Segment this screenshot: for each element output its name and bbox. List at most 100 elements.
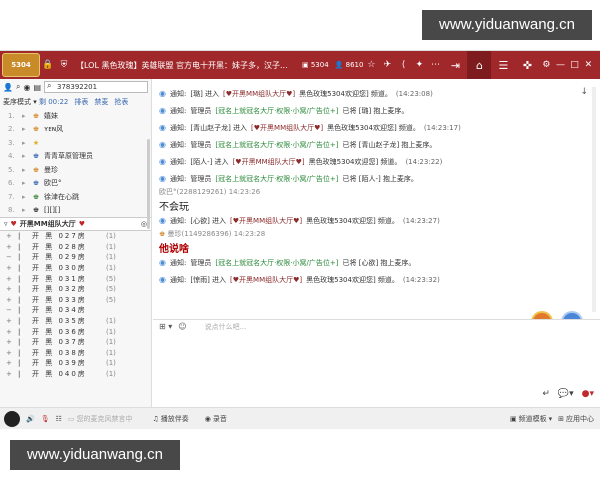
room-bar-icon: | bbox=[18, 338, 21, 347]
room-item[interactable]: + | 开 黑 031房 (5) bbox=[0, 273, 151, 284]
star-badge-icon: ★ bbox=[32, 138, 40, 147]
chat-bubble-icon[interactable]: 💬▾ bbox=[558, 389, 574, 399]
play-accompaniment-button[interactable]: ♫ 播放伴奏 bbox=[153, 414, 189, 424]
lock-icon[interactable]: 🔒 bbox=[40, 60, 56, 70]
speaker-icon[interactable]: 🔊 bbox=[26, 415, 35, 423]
room-count: (1) bbox=[106, 242, 116, 251]
chat-area: ◉ 通知: [璐] 进入 [♥开黑MM组队大厅♥] 黑色玫瑰5304欢迎您] 频道。 (1… bbox=[153, 79, 600, 319]
heart-icon: ♥ bbox=[10, 220, 17, 228]
expand-icon[interactable]: − bbox=[6, 306, 14, 314]
link-paibiao[interactable]: 排表 bbox=[74, 97, 88, 107]
expand-icon[interactable]: + bbox=[6, 296, 14, 304]
link-qiangbiao[interactable]: 抢表 bbox=[114, 97, 128, 107]
expand-icon[interactable]: + bbox=[6, 232, 14, 240]
chevron-right-icon: ▸ bbox=[22, 138, 26, 147]
list-icon[interactable]: ☰ bbox=[491, 51, 515, 79]
chevron-right-icon: ▸ bbox=[22, 206, 26, 215]
room-item[interactable]: + | 开 黑 037房 (1) bbox=[0, 337, 151, 348]
avatar[interactable] bbox=[4, 410, 20, 427]
rank-item[interactable]: 8. ▸ ♚ [][][] bbox=[0, 204, 151, 218]
settings-gear-icon[interactable] bbox=[561, 311, 583, 319]
folder-icon[interactable]: ▤ bbox=[33, 83, 41, 92]
rank-item[interactable]: 3. ▸ ★ bbox=[0, 136, 151, 150]
record-icon: ◉ bbox=[204, 414, 211, 423]
rank-item[interactable]: 2. ▸ ♚ ʏᴇɴ风 bbox=[0, 123, 151, 137]
app-center-button[interactable]: ⊞ 应用中心 bbox=[558, 414, 600, 424]
expand-icon[interactable]: + bbox=[6, 264, 14, 272]
expand-icon[interactable]: + bbox=[6, 328, 14, 336]
room-item[interactable]: + | 开 黑 033房 (5) bbox=[0, 295, 151, 306]
home-icon[interactable]: ⌂ bbox=[467, 51, 492, 79]
expand-icon[interactable]: + bbox=[6, 349, 14, 357]
emoji-icon[interactable]: ☺ bbox=[178, 322, 186, 331]
gift-icon[interactable]: ✦ bbox=[411, 60, 427, 70]
rank-item[interactable]: 4. ▸ ♚ 青青草原管理员 bbox=[0, 150, 151, 164]
room-item[interactable]: − | 开 黑 034房 bbox=[0, 305, 151, 316]
gamepad-small-icon[interactable]: ⊞ ▾ bbox=[159, 322, 172, 331]
room-item[interactable]: + | 开 黑 038房 (1) bbox=[0, 348, 151, 359]
rank-item[interactable]: 1. ▸ ♚ 嬉妹 bbox=[0, 109, 151, 123]
exit-icon[interactable]: ⇥ bbox=[443, 51, 467, 79]
chat-notice: ◉ 通知: [璐] 进入 [♥开黑MM组队大厅♥] 黑色玫瑰5304欢迎您] 频道。 (1… bbox=[153, 85, 600, 102]
room-item[interactable]: + | 开 黑 035房 (1) bbox=[0, 316, 151, 327]
room-count: (1) bbox=[106, 348, 116, 357]
notice-time: (14:23:32) bbox=[402, 275, 440, 284]
minimize-icon[interactable]: — bbox=[553, 60, 567, 70]
more-icon[interactable]: ⋯ bbox=[427, 60, 443, 70]
mic-record-icon[interactable]: ●▾ bbox=[582, 389, 594, 399]
chat-input[interactable] bbox=[153, 333, 600, 389]
notice-icon: ◉ bbox=[159, 258, 166, 267]
template-label: 频道模板 bbox=[518, 414, 547, 423]
notice-user: 管理员 bbox=[190, 106, 212, 115]
rank-num: 8. bbox=[8, 206, 15, 215]
search-input[interactable]: ⌕ 378392201 bbox=[44, 81, 148, 93]
room-item[interactable]: + | 开 黑 039房 (1) bbox=[0, 358, 151, 369]
enter-icon[interactable]: ↵ bbox=[542, 389, 550, 399]
shield-icon[interactable]: ⛨ bbox=[56, 60, 72, 70]
rank-item[interactable]: 6. ▸ ♚ 欧巴° bbox=[0, 177, 151, 191]
notice-icon: ◉ bbox=[159, 275, 166, 284]
room-item[interactable]: + | 开 黑 032房 (5) bbox=[0, 284, 151, 295]
rank-item[interactable]: 5. ▸ ♚ 曼珍 bbox=[0, 163, 151, 177]
heart-icon: ♥ bbox=[78, 220, 86, 228]
expand-icon[interactable]: + bbox=[6, 275, 14, 283]
room-item[interactable]: + | 开 黑 040房 (1) bbox=[0, 369, 151, 380]
share-icon[interactable]: ⟨ bbox=[395, 60, 411, 70]
expand-icon[interactable]: + bbox=[6, 285, 14, 293]
room-item[interactable]: − | 开 黑 029房 (1) bbox=[0, 252, 151, 263]
expand-icon[interactable]: + bbox=[6, 359, 14, 367]
expand-icon[interactable]: + bbox=[6, 317, 14, 325]
settings-icon[interactable]: ⚙ bbox=[539, 60, 553, 70]
channel-template-button[interactable]: ▣ 频道模板 ▾ bbox=[510, 414, 552, 424]
room-item[interactable]: + | 开 黑 036房 (1) bbox=[0, 326, 151, 337]
expand-icon[interactable]: + bbox=[6, 370, 14, 378]
lottery-icon[interactable] bbox=[531, 311, 553, 319]
chat-scrollbar[interactable] bbox=[592, 87, 596, 312]
microphone-icon[interactable]: 🎙 bbox=[41, 415, 50, 423]
room-count: (1) bbox=[106, 317, 116, 326]
scroll-down-icon[interactable]: ↓ bbox=[580, 87, 588, 97]
expand-icon[interactable]: + bbox=[6, 338, 14, 346]
location-icon[interactable]: ◉ bbox=[23, 83, 30, 92]
star-icon[interactable]: ☆ bbox=[363, 60, 379, 70]
chat-input-placeholder[interactable]: 说点什么吧... bbox=[205, 322, 247, 332]
maximize-icon[interactable]: □ bbox=[567, 60, 581, 70]
link-jinmai[interactable]: 禁麦 bbox=[94, 97, 108, 107]
gamepad-icon[interactable]: ✜ bbox=[515, 51, 539, 79]
expand-icon[interactable]: + bbox=[6, 243, 14, 251]
channel-header[interactable]: ▿ ♥ 开黑MM组队大厅 ♥ ◎ bbox=[0, 217, 151, 231]
room-item[interactable]: + | 开 黑 028房 (1) bbox=[0, 242, 151, 253]
close-icon[interactable]: ✕ bbox=[581, 60, 595, 70]
user-icon[interactable]: 👤 bbox=[3, 83, 13, 92]
room-item[interactable]: + | 开 黑 027房 (1) bbox=[0, 231, 151, 242]
room-bar-icon: | bbox=[18, 327, 21, 336]
rank-item[interactable]: 7. ▸ ♚ 徐津在心跳 bbox=[0, 190, 151, 204]
record-button[interactable]: ◉ 录音 bbox=[205, 414, 227, 424]
search-icon[interactable]: ⌕ bbox=[16, 82, 20, 92]
plane-icon[interactable]: ✈ bbox=[379, 60, 395, 70]
equalizer-icon[interactable]: ☷ bbox=[56, 415, 62, 423]
expand-icon[interactable]: − bbox=[6, 253, 14, 261]
room-item[interactable]: + | 开 黑 030房 (1) bbox=[0, 263, 151, 274]
left-scrollbar[interactable] bbox=[147, 139, 150, 229]
mic-mode-label[interactable]: 麦序模式 ▾ 剩 00:22 bbox=[3, 97, 68, 107]
